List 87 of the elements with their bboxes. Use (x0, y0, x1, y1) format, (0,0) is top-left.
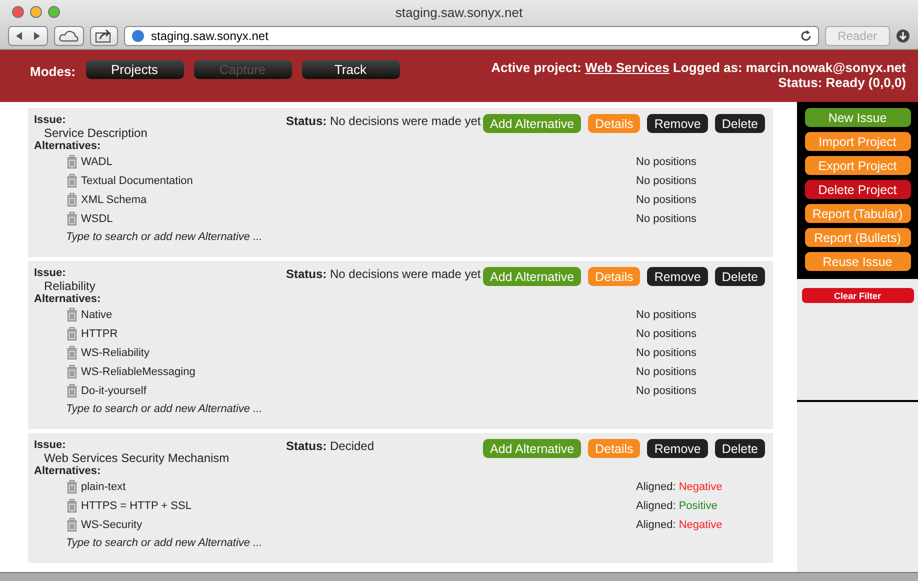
position-value: Negative (678, 480, 722, 492)
trash-icon[interactable] (66, 480, 78, 494)
status-text: Status: No decisions were made yet (286, 114, 482, 130)
alternatives-label: Alternatives: (34, 140, 102, 152)
project-link[interactable]: Web Services (585, 60, 670, 75)
position-text: No positions (636, 156, 697, 168)
alternative-name: Do-it-yourself (81, 384, 146, 396)
status-text: Status: No decisions were made yet (286, 267, 482, 283)
alternative-name: XML Schema (81, 194, 147, 206)
trash-icon[interactable] (66, 174, 78, 188)
alternative-name: WS-Security (81, 518, 142, 530)
issue-button[interactable]: Add Alternative (483, 439, 582, 458)
issue-name: Reliability (43, 279, 96, 293)
sidebar-button[interactable]: New Issue (804, 108, 910, 127)
alternative-search-field[interactable]: Type to search or add new Alternative ... (34, 228, 765, 245)
mode-button[interactable]: Track (302, 60, 400, 79)
issue-button[interactable]: Add Alternative (483, 114, 582, 133)
position-text: Aligned: Negative (636, 518, 722, 530)
issue-button[interactable]: Delete (714, 439, 765, 458)
trash-icon[interactable] (66, 308, 78, 322)
zoom-button[interactable] (48, 6, 60, 18)
position-text: Aligned: Positive (636, 500, 718, 512)
alternative-name: Textual Documentation (81, 174, 193, 186)
issue-button[interactable]: Remove (647, 267, 708, 286)
position-text: No positions (636, 212, 697, 224)
issue-label: Issue: (34, 114, 67, 126)
trash-icon[interactable] (66, 384, 78, 398)
trash-icon[interactable] (66, 192, 78, 206)
trash-icon[interactable] (66, 346, 78, 360)
cloud-icon (59, 30, 79, 42)
issue-name: Service Description (43, 126, 148, 140)
issue-button[interactable]: Delete (714, 114, 765, 133)
alternative-name: WS-Reliability (81, 346, 150, 358)
active-project-label: Active project: (491, 60, 582, 75)
status-text: Status: Ready (0,0,0) (777, 75, 906, 90)
logged-as-text: Logged as: marcin.nowak@sonyx.net (672, 60, 906, 75)
alternative-name: plain-text (81, 480, 126, 492)
issue-button[interactable]: Remove (647, 114, 708, 133)
trash-icon[interactable] (66, 212, 78, 226)
position-value: Positive (678, 500, 718, 512)
position-text: No positions (636, 328, 697, 340)
share-icon (95, 29, 113, 43)
share-button[interactable] (90, 26, 118, 46)
alternative-name: WSDL (81, 212, 113, 224)
position-text: No positions (636, 174, 697, 186)
position-text: Aligned: Negative (636, 480, 722, 492)
trash-icon[interactable] (66, 364, 78, 378)
minimize-button[interactable] (30, 6, 42, 18)
alternative-name: Native (81, 308, 112, 320)
issue-button[interactable]: Add Alternative (483, 267, 582, 286)
position-text: No positions (636, 308, 697, 320)
issue-button[interactable]: Delete (714, 267, 765, 286)
back-forward-button[interactable] (8, 26, 48, 46)
alternative-search-field[interactable]: Type to search or add new Alternative ... (34, 400, 765, 417)
position-value: Negative (678, 518, 722, 530)
trash-icon[interactable] (66, 518, 78, 532)
alternative-name: HTTPS = HTTP + SSL (81, 500, 192, 512)
trash-icon[interactable] (66, 498, 78, 512)
modes-label: Modes: (30, 64, 76, 79)
clear-filter-button[interactable]: Clear Filter (802, 288, 914, 303)
position-text: No positions (636, 346, 697, 358)
alternative-name: HTTPR (81, 328, 118, 340)
trash-icon[interactable] (66, 326, 78, 340)
cloud-button[interactable] (54, 26, 84, 46)
issue-label: Issue: (34, 439, 67, 451)
alternative-name: WADL (81, 156, 112, 168)
close-button[interactable] (12, 6, 24, 18)
download-icon[interactable] (896, 29, 910, 43)
alternative-search-field[interactable]: Type to search or add new Alternative ... (34, 534, 765, 551)
trash-icon[interactable] (66, 154, 78, 168)
url-text: staging.saw.sonyx.net (151, 29, 270, 43)
position-text: No positions (636, 384, 697, 396)
issue-button[interactable]: Remove (647, 439, 708, 458)
alternative-name: WS-ReliableMessaging (81, 366, 196, 378)
reload-icon[interactable] (800, 30, 812, 42)
sidebar-button[interactable]: Delete Project (804, 180, 910, 199)
address-field[interactable]: staging.saw.sonyx.net (124, 26, 819, 46)
window-title: staging.saw.sonyx.net (395, 4, 523, 20)
issue-label: Issue: (34, 267, 67, 279)
position-text: No positions (636, 194, 697, 206)
issue-name: Web Services Security Mechanism (43, 451, 230, 465)
alternatives-label: Alternatives: (34, 465, 102, 477)
mode-button[interactable]: Projects (86, 60, 184, 79)
globe-icon (131, 29, 145, 43)
alternatives-label: Alternatives: (34, 293, 102, 305)
position-text: No positions (636, 366, 697, 378)
status-text: Status: Decided (286, 439, 376, 455)
